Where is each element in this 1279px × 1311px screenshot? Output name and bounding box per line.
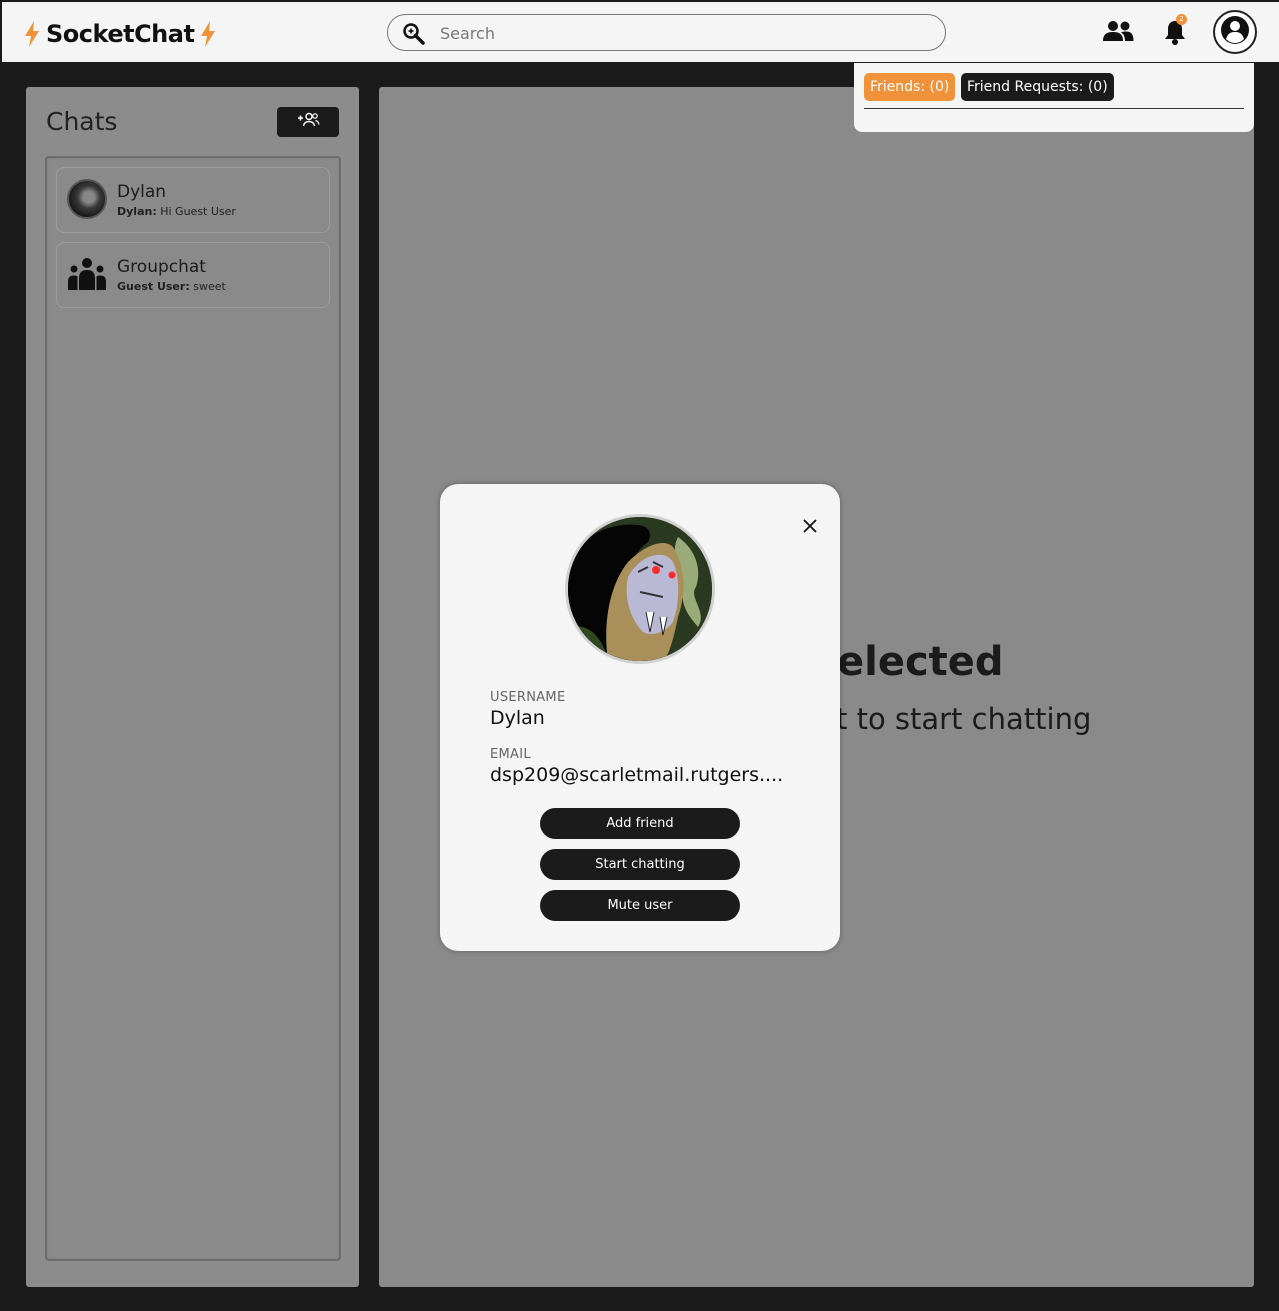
preview-sender: Dylan: bbox=[117, 205, 157, 218]
close-icon bbox=[803, 518, 817, 537]
new-chat-button[interactable] bbox=[277, 107, 339, 137]
search-bar bbox=[387, 14, 946, 51]
bolt-icon bbox=[24, 21, 40, 47]
app-logo[interactable]: SocketChat bbox=[24, 16, 216, 52]
chat-preview: Guest User: sweet bbox=[117, 280, 226, 293]
user-profile-modal: USERNAME Dylan EMAIL dsp209@scarletmail.… bbox=[440, 484, 840, 951]
top-navbar: SocketChat 2 bbox=[2, 2, 1279, 62]
group-icon bbox=[67, 257, 107, 295]
start-chatting-button[interactable]: Start chatting bbox=[540, 849, 740, 880]
chat-name: Dylan bbox=[117, 182, 167, 202]
email-value: dsp209@scarletmail.rutgers.... bbox=[490, 764, 784, 786]
chat-item-dylan[interactable]: Dylan Dylan: Hi Guest User bbox=[56, 167, 330, 233]
close-button[interactable] bbox=[800, 517, 820, 537]
tab-friend-requests[interactable]: Friend Requests: (0) bbox=[961, 73, 1114, 101]
email-label: EMAIL bbox=[490, 747, 531, 762]
add-friend-button[interactable]: Add friend bbox=[540, 808, 740, 839]
profile-picture bbox=[565, 514, 715, 664]
divider bbox=[864, 108, 1244, 109]
search-icon bbox=[402, 22, 426, 50]
empty-state-subtitle: t to start chatting bbox=[836, 702, 1092, 736]
profile-menu-button[interactable] bbox=[1213, 10, 1257, 54]
app-name: SocketChat bbox=[46, 20, 195, 48]
sidebar-title: Chats bbox=[46, 107, 118, 136]
search-input[interactable] bbox=[440, 21, 920, 45]
friends-icon[interactable] bbox=[1102, 20, 1134, 46]
notification-badge: 2 bbox=[1176, 14, 1187, 25]
mute-user-button[interactable]: Mute user bbox=[540, 890, 740, 921]
bolt-icon bbox=[200, 21, 216, 47]
preview-text: Hi Guest User bbox=[160, 205, 236, 218]
chat-item-groupchat[interactable]: Groupchat Guest User: sweet bbox=[56, 242, 330, 308]
preview-text: sweet bbox=[193, 280, 226, 293]
avatar bbox=[67, 179, 107, 219]
chats-sidebar: Chats Dylan Dylan: Hi Guest User Groupch… bbox=[26, 87, 359, 1287]
user-avatar-icon bbox=[1220, 15, 1250, 49]
add-group-icon bbox=[296, 112, 320, 132]
username-value: Dylan bbox=[490, 707, 545, 729]
empty-state-title: elected bbox=[837, 639, 1004, 685]
chat-name: Groupchat bbox=[117, 257, 206, 277]
tab-friends[interactable]: Friends: (0) bbox=[864, 73, 956, 101]
notification-bell-icon[interactable]: 2 bbox=[1164, 14, 1187, 49]
friends-dropdown: Friends: (0) Friend Requests: (0) bbox=[854, 63, 1254, 132]
username-label: USERNAME bbox=[490, 690, 566, 705]
preview-sender: Guest User: bbox=[117, 280, 190, 293]
chat-list: Dylan Dylan: Hi Guest User Groupchat Gue bbox=[45, 156, 341, 1261]
chat-preview: Dylan: Hi Guest User bbox=[117, 205, 236, 218]
